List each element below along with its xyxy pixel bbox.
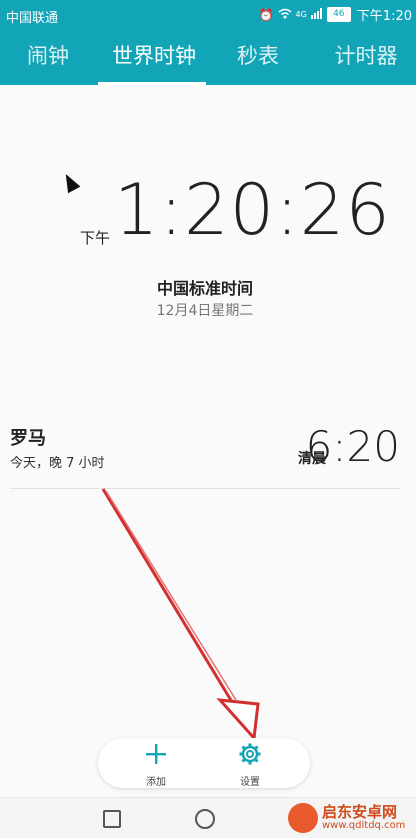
tab-bar: 闹钟 世界时钟 秒表 计时器 [0,30,416,85]
mouse-cursor-icon [59,170,81,194]
home-icon[interactable] [195,809,215,829]
active-tab-indicator [98,82,206,85]
battery-icon: 46 [326,7,351,22]
local-timezone: 中国标准时间 [156,279,253,298]
signal-icon [310,7,323,22]
local-ampm: 下午 [80,229,111,247]
recent-apps-icon[interactable] [103,810,121,828]
watermark-logo-icon [288,803,318,833]
bottom-action-bar: 添加 设置 [98,738,310,788]
carrier-label: 中国联通 [6,11,59,26]
annotation-arrow-icon [101,488,260,742]
city-name: 罗马 [10,428,46,449]
local-date: 12月4日星期二 [156,303,254,319]
tab-timer[interactable]: 计时器 [326,30,406,85]
local-time: 1:20:26 [114,169,391,251]
status-bar: 中国联通 ⏰ 4G 46 下午1:20 [0,0,416,30]
tab-stopwatch[interactable]: 秒表 [228,30,288,85]
signal-label: 4G [295,10,307,19]
tab-alarm[interactable]: 闹钟 [14,30,82,85]
add-label: 添加 [146,777,166,788]
city-row-rome[interactable]: 罗马 今天，晚 7 小时 清晨 6:20 [10,420,400,488]
plus-icon [126,742,186,771]
city-offset: 今天，晚 7 小时 [10,456,105,471]
wifi-icon [278,8,292,22]
add-button[interactable]: 添加 [126,742,186,788]
settings-label: 设置 [240,777,260,788]
settings-button[interactable]: 设置 [220,742,280,788]
tab-world-clock[interactable]: 世界时钟 [104,30,204,85]
status-icons: ⏰ 4G 46 下午1:20 [259,5,412,24]
status-time: 下午1:20 [356,9,412,24]
watermark-url: www.qdltdq.com [322,820,406,831]
watermark: 启东安卓网 www.qdltdq.com [288,800,414,836]
row-divider [10,488,400,489]
gear-icon [220,742,280,771]
local-clock: 下午 1:20:26 [80,169,390,265]
alarm-clock-icon: ⏰ [258,7,274,22]
city-time: 6:20 [305,422,400,471]
watermark-name: 启东安卓网 [322,803,398,821]
